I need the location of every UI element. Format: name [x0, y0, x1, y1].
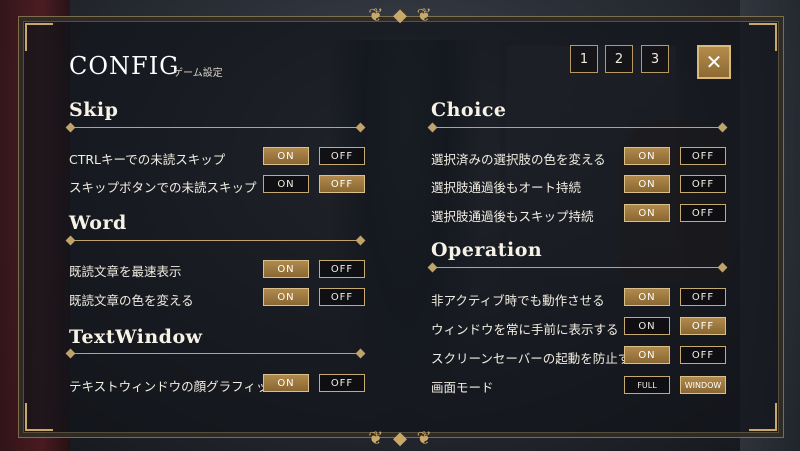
choice-skip-off-button[interactable]: OFF — [680, 204, 726, 222]
section-divider — [65, 348, 366, 359]
page-3-button[interactable]: 3 — [641, 45, 669, 73]
operation-screensaver-on-button[interactable]: ON — [624, 346, 670, 364]
skip-ctrl-on-button[interactable]: ON — [263, 147, 309, 165]
operation-screensaver-off-button[interactable]: OFF — [680, 346, 726, 364]
corner-ornament — [25, 23, 53, 51]
word-color-off-button[interactable]: OFF — [319, 288, 365, 306]
section-title-word: Word — [69, 212, 127, 234]
word-fastest-off-button[interactable]: OFF — [319, 260, 365, 278]
operation-topmost-on-button[interactable]: ON — [624, 317, 670, 335]
choice-skip-on-button[interactable]: ON — [624, 204, 670, 222]
page-1-button[interactable]: 1 — [570, 45, 598, 73]
choice-color-on-button[interactable]: ON — [624, 147, 670, 165]
word-fastest-on-button[interactable]: ON — [263, 260, 309, 278]
word-color-on-button[interactable]: ON — [263, 288, 309, 306]
operation-inactive-on-button[interactable]: ON — [624, 288, 670, 306]
section-title-skip: Skip — [69, 99, 119, 121]
screen-mode-full-button[interactable]: FULL — [624, 376, 670, 394]
section-divider — [65, 122, 366, 133]
word-color-label: 既読文章の色を変える — [69, 293, 194, 308]
choice-color-label: 選択済みの選択肢の色を変える — [431, 152, 606, 167]
skip-ctrl-label: CTRLキーでの未読スキップ — [69, 152, 226, 167]
operation-topmost-label: ウィンドウを常に手前に表示する — [431, 322, 619, 337]
choice-auto-label: 選択肢通過後もオート持続 — [431, 180, 582, 195]
corner-ornament — [749, 403, 777, 431]
page-subtitle: ゲーム設定 — [173, 68, 223, 79]
corner-ornament — [749, 23, 777, 51]
section-divider — [65, 235, 366, 246]
choice-skip-label: 選択肢通過後もスキップ持続 — [431, 209, 594, 224]
screen-mode-label: 画面モード — [431, 380, 494, 395]
operation-topmost-off-button[interactable]: OFF — [680, 317, 726, 335]
textwindow-face-on-button[interactable]: ON — [263, 374, 309, 392]
top-flourish-ornament: ❦ ◆ ❦ — [368, 5, 434, 26]
close-button[interactable]: ✕ — [697, 45, 731, 79]
skip-button-on-button[interactable]: ON — [263, 175, 309, 193]
section-divider — [427, 262, 728, 273]
bottom-flourish-ornament: ❦ ◆ ❦ — [368, 428, 434, 449]
skip-ctrl-off-button[interactable]: OFF — [319, 147, 365, 165]
operation-inactive-off-button[interactable]: OFF — [680, 288, 726, 306]
section-divider — [427, 122, 728, 133]
section-title-operation: Operation — [431, 239, 543, 261]
screen-mode-window-button[interactable]: WINDOW — [680, 376, 726, 394]
skip-button-off-button[interactable]: OFF — [319, 175, 365, 193]
corner-ornament — [25, 403, 53, 431]
page-title: CONFIG — [69, 52, 180, 80]
choice-color-off-button[interactable]: OFF — [680, 147, 726, 165]
textwindow-face-label: テキストウィンドウの顔グラフィック — [69, 379, 281, 394]
operation-inactive-label: 非アクティブ時でも動作させる — [431, 293, 605, 308]
choice-auto-off-button[interactable]: OFF — [680, 175, 726, 193]
word-fastest-label: 既読文章を最速表示 — [69, 264, 182, 279]
skip-button-label: スキップボタンでの未読スキップ — [69, 180, 257, 195]
page-2-button[interactable]: 2 — [605, 45, 633, 73]
textwindow-face-off-button[interactable]: OFF — [319, 374, 365, 392]
section-title-textwindow: TextWindow — [69, 326, 203, 348]
operation-screensaver-label: スクリーンセーバーの起動を防止する — [431, 351, 643, 366]
choice-auto-on-button[interactable]: ON — [624, 175, 670, 193]
section-title-choice: Choice — [431, 99, 507, 121]
